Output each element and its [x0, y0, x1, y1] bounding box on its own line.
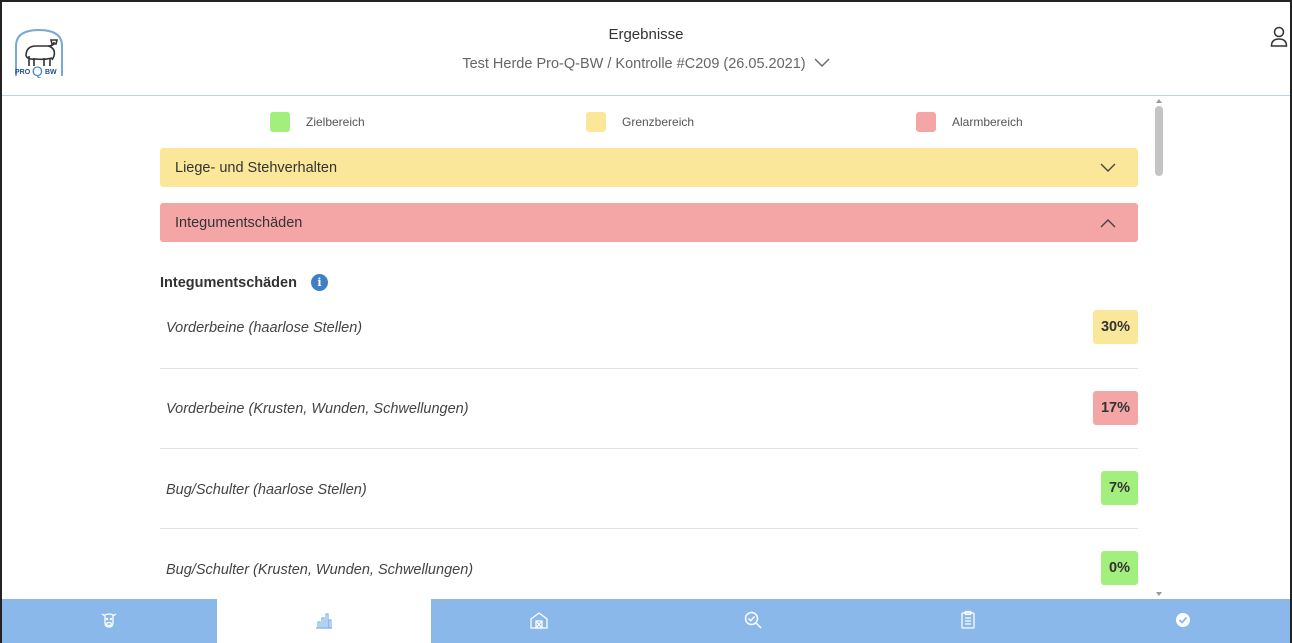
table-row: Vorderbeine (haarlose Stellen) 30% [160, 289, 1138, 369]
section-liege-stehverhalten[interactable]: Liege- und Stehverhalten [160, 148, 1138, 187]
scrollbar[interactable] [1153, 98, 1165, 598]
nav-tab-results[interactable] [216, 599, 432, 643]
nav-tab-check[interactable] [646, 599, 861, 643]
herd-control-selector[interactable]: Test Herde Pro-Q-BW / Kontrolle #C209 (2… [2, 56, 1290, 72]
section-integumentschaeden[interactable]: Integumentschäden [160, 203, 1138, 242]
nav-tab-complete[interactable] [1075, 599, 1290, 643]
row-label: Vorderbeine (haarlose Stellen) [166, 320, 363, 336]
scroll-up-arrow[interactable] [1156, 99, 1162, 103]
legend-item-alarmbereich: Alarmbereich [916, 112, 1023, 132]
value-badge: 30% [1092, 310, 1138, 344]
row-label: Bug/Schulter (Krusten, Wunden, Schwellun… [166, 562, 474, 578]
chevron-down-icon [1100, 161, 1116, 177]
table-row: Vorderbeine (Krusten, Wunden, Schwellung… [160, 369, 1138, 449]
chevron-up-icon [1100, 216, 1116, 232]
legend: Zielbereich Grenzbereich Alarmbereich [2, 112, 1290, 136]
nav-tab-protocol[interactable] [861, 599, 1076, 643]
bar-chart-icon [314, 610, 334, 635]
section-label: Integumentschäden [175, 214, 303, 231]
nav-tab-animals[interactable] [2, 599, 217, 643]
legend-swatch [586, 112, 606, 132]
table-row: Bug/Schulter (Krusten, Wunden, Schwellun… [160, 529, 1138, 609]
app-header: PRO Q BW Ergebnisse Test Herde Pro-Q-BW … [2, 2, 1290, 96]
section-label: Liege- und Stehverhalten [175, 159, 338, 176]
legend-label: Alarmbereich [952, 115, 1023, 129]
herd-control-label: Test Herde Pro-Q-BW / Kontrolle #C209 (2… [462, 56, 806, 72]
value-badge: 0% [1101, 551, 1138, 585]
table-row: Bug/Schulter (haarlose Stellen) 7% [160, 449, 1138, 529]
legend-item-grenzbereich: Grenzbereich [586, 112, 694, 132]
legend-item-zielbereich: Zielbereich [270, 112, 365, 132]
page-title: Ergebnisse [608, 26, 684, 43]
value-badge: 7% [1101, 471, 1138, 505]
scroll-thumb[interactable] [1155, 106, 1163, 176]
legend-label: Zielbereich [306, 115, 365, 129]
barn-icon [529, 610, 549, 635]
legend-swatch [916, 112, 936, 132]
cow-icon [99, 610, 119, 635]
legend-swatch [270, 112, 290, 132]
row-label: Bug/Schulter (haarlose Stellen) [166, 482, 367, 498]
search-check-icon [743, 610, 763, 635]
legend-label: Grenzbereich [622, 115, 695, 129]
bottom-navigation [2, 599, 1290, 643]
clipboard-icon [958, 610, 978, 635]
scroll-down-arrow[interactable] [1156, 592, 1162, 596]
value-badge: 17% [1092, 391, 1138, 425]
chevron-down-icon [814, 56, 830, 72]
check-circle-icon [1173, 610, 1193, 635]
app-frame: PRO Q BW Ergebnisse Test Herde Pro-Q-BW … [0, 0, 1292, 643]
nav-tab-barn[interactable] [431, 599, 646, 643]
user-icon[interactable] [1270, 26, 1288, 48]
row-label: Vorderbeine (Krusten, Wunden, Schwellung… [166, 401, 469, 417]
